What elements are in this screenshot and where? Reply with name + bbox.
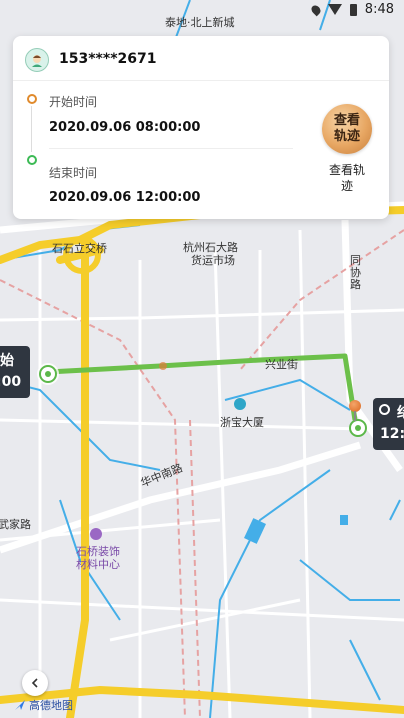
map-label-market-line1: 杭州石大路 xyxy=(183,241,238,254)
avatar[interactable] xyxy=(25,48,49,72)
current-location-pin[interactable] xyxy=(349,400,361,421)
map-label-shiqiao: 石桥装饰 材料中心 xyxy=(76,545,120,571)
trip-info-card: 153****2671 开始时间 2020.09.06 08:00:00 结束时… xyxy=(13,36,389,219)
chevron-left-icon xyxy=(31,678,38,688)
view-track-button-line1: 查看 xyxy=(333,113,360,128)
start-bubble-text-top: 始 xyxy=(0,353,14,369)
start-time-bubble[interactable]: 始 :00 xyxy=(0,346,30,398)
end-time-label: 结束时间 xyxy=(49,166,98,180)
status-time: 8:48 xyxy=(364,2,394,17)
view-track-caption-line1: 查看轨 xyxy=(328,163,365,177)
status-bar: 8:48 xyxy=(0,0,404,24)
amap-logo-icon xyxy=(15,700,25,710)
zhebao-poi-icon xyxy=(234,398,246,410)
user-phone: 153****2671 xyxy=(59,51,157,67)
view-track-caption[interactable]: 查看轨 迹 xyxy=(317,162,377,194)
end-marker[interactable] xyxy=(349,419,367,437)
view-track-button-line2: 轨迹 xyxy=(333,129,360,144)
amap-logo: 高德地图 xyxy=(14,697,73,713)
end-bubble-text-bottom: 12: xyxy=(380,426,404,442)
map-label-market: 杭州石大路 货运市场 xyxy=(183,241,238,267)
map-label-market-line2: 货运市场 xyxy=(191,254,235,267)
shiqiao-poi-icon xyxy=(90,528,102,540)
start-time-label: 开始时间 xyxy=(49,95,98,109)
start-bubble-text-bottom: :00 xyxy=(0,374,22,390)
back-button[interactable] xyxy=(22,670,48,696)
clock-icon xyxy=(379,404,390,415)
map-label-wu-road: 武家路 xyxy=(0,518,31,531)
start-time-value: 2020.09.06 08:00:00 xyxy=(49,120,201,135)
map-label-xingye: 兴业街 xyxy=(265,358,298,371)
end-time-bubble[interactable]: 结 12: xyxy=(373,398,404,450)
end-bubble-text-top: 结 xyxy=(397,402,404,422)
end-dot-icon xyxy=(27,155,37,165)
start-dot-icon xyxy=(27,94,37,104)
location-icon xyxy=(309,3,323,16)
user-avatar-icon xyxy=(32,55,42,67)
map-label-tongxie: 同协路 xyxy=(350,254,361,291)
wifi-icon xyxy=(327,4,342,15)
map-label-shiqiao-line1: 石桥装饰 xyxy=(76,545,120,558)
map-label-zhebao: 浙宝大厦 xyxy=(220,416,264,429)
amap-logo-text: 高德地图 xyxy=(29,699,73,712)
view-track-button[interactable]: 查看 轨迹 xyxy=(322,104,372,154)
battery-icon xyxy=(349,3,357,16)
view-track-caption-line2: 迹 xyxy=(340,179,353,193)
map-label-interchange: 石石立交桥 xyxy=(52,242,107,255)
map-label-shiqiao-line2: 材料中心 xyxy=(76,558,120,571)
start-marker[interactable] xyxy=(39,365,57,383)
end-time-value: 2020.09.06 12:00:00 xyxy=(49,190,201,205)
